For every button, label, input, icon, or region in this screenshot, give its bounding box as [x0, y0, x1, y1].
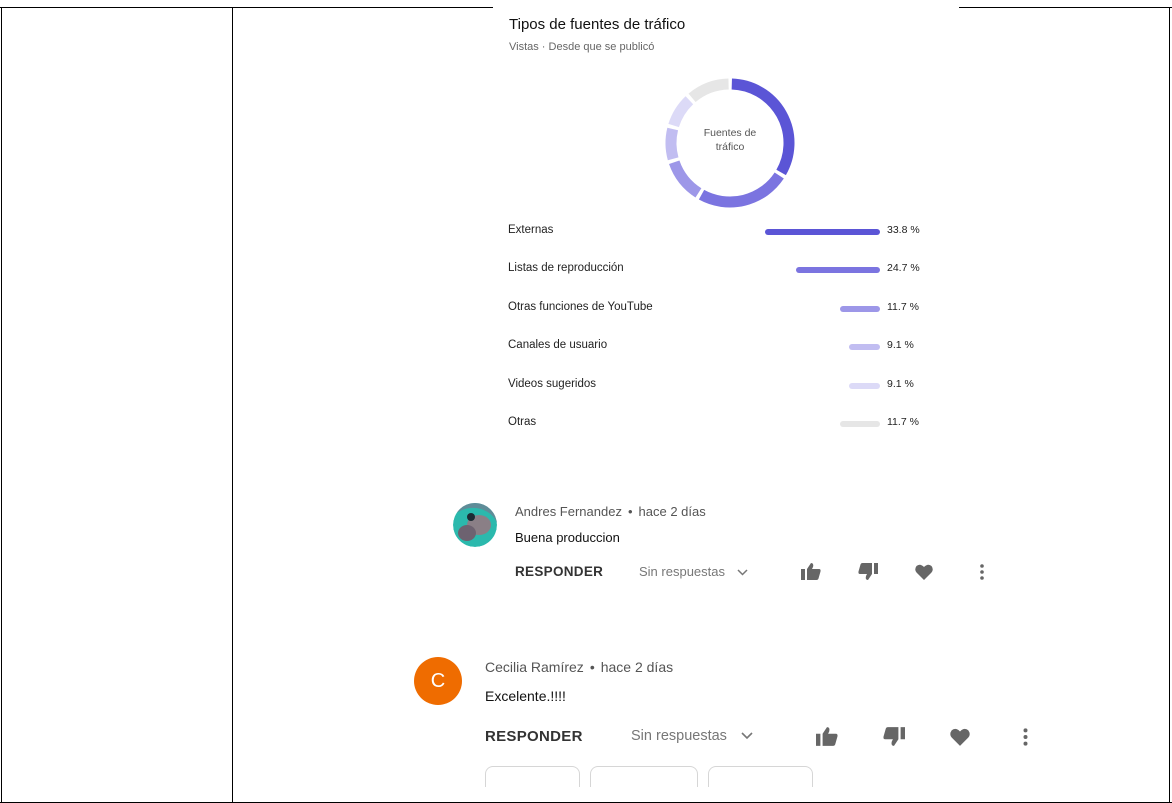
- comment-author-line: Andres Fernandez • hace 2 días: [515, 504, 706, 519]
- separator-dot: •: [589, 659, 595, 675]
- avatar[interactable]: C: [414, 657, 462, 705]
- donut-segment[interactable]: [665, 127, 679, 161]
- replies-label: Sin respuestas: [631, 728, 727, 744]
- source-percent: 11.7 %: [887, 416, 919, 428]
- source-label: Listas de reproducción: [508, 262, 624, 274]
- source-label: Otras: [508, 416, 537, 428]
- filter-chip[interactable]: [708, 766, 813, 787]
- frame-right-border: [1169, 7, 1170, 803]
- avatar[interactable]: [453, 503, 497, 547]
- source-row-canales[interactable]: Canales de usuario 9.1 %: [492, 337, 959, 357]
- source-bar: [840, 421, 880, 427]
- source-bar: [795, 267, 880, 273]
- donut-center-line1: Fuentes de: [703, 127, 757, 139]
- heart-icon[interactable]: [950, 728, 970, 746]
- donut-segment[interactable]: [698, 172, 784, 208]
- comment-text: Excelente.!!!!: [485, 688, 566, 704]
- thumb-up-icon[interactable]: [801, 563, 821, 580]
- source-bar: [849, 383, 880, 389]
- donut-segment[interactable]: [668, 96, 694, 128]
- comment-time[interactable]: hace 2 días: [601, 659, 673, 675]
- card-subtitle: Vistas · Desde que se publicó: [509, 41, 655, 53]
- source-row-otras-funciones[interactable]: Otras funciones de YouTube 11.7 %: [492, 299, 959, 319]
- more-vert-icon[interactable]: [979, 563, 985, 581]
- source-percent: 24.7 %: [887, 262, 920, 274]
- replies-dropdown[interactable]: Sin respuestas: [639, 564, 748, 579]
- source-label: Otras funciones de YouTube: [508, 301, 653, 313]
- filter-chip[interactable]: [485, 766, 580, 787]
- frame-left-border: [1, 7, 2, 803]
- source-row-otras[interactable]: Otras 11.7 %: [492, 414, 959, 434]
- source-row-videos-sugeridos[interactable]: Videos sugeridos 9.1 %: [492, 376, 959, 396]
- comment-author[interactable]: Andres Fernandez: [515, 504, 622, 519]
- frame-column-divider: [232, 7, 233, 803]
- comment-author-line: Cecilia Ramírez • hace 2 días: [485, 659, 673, 675]
- avatar-letter: C: [430, 670, 446, 692]
- card-title: Tipos de fuentes de tráfico: [509, 16, 686, 33]
- reply-button[interactable]: RESPONDER: [485, 728, 583, 745]
- chevron-down-icon: [737, 569, 748, 576]
- comment-author[interactable]: Cecilia Ramírez: [485, 659, 584, 675]
- source-row-externas[interactable]: Externas 33.8 %: [492, 222, 959, 242]
- donut-segment[interactable]: [688, 78, 729, 103]
- source-label: Externas: [508, 224, 554, 236]
- source-percent: 33.8 %: [887, 224, 920, 236]
- donut-center-line2: tráfico: [715, 141, 745, 153]
- more-vert-icon[interactable]: [1022, 727, 1029, 747]
- source-percent: 9.1 %: [887, 378, 914, 390]
- source-bar: [849, 344, 880, 350]
- thumb-down-icon[interactable]: [883, 727, 905, 746]
- thumb-up-icon[interactable]: [816, 727, 838, 746]
- source-row-listas[interactable]: Listas de reproducción 24.7 %: [492, 260, 959, 280]
- source-bar: [840, 306, 880, 312]
- donut-center-label: Fuentes de tráfico: [690, 126, 770, 154]
- thumb-down-icon[interactable]: [858, 563, 878, 580]
- traffic-sources-card: Tipos de fuentes de tráfico Vistas · Des…: [492, 8, 959, 448]
- separator-dot: •: [627, 504, 633, 519]
- donut-segment[interactable]: [669, 160, 702, 198]
- source-label: Canales de usuario: [508, 339, 608, 351]
- heart-icon[interactable]: [915, 564, 933, 580]
- filter-chip[interactable]: [590, 766, 698, 787]
- comment-time[interactable]: hace 2 días: [639, 504, 706, 519]
- source-percent: 11.7 %: [887, 301, 919, 313]
- comment-text: Buena produccion: [515, 530, 620, 545]
- replies-label: Sin respuestas: [639, 564, 725, 579]
- source-label: Videos sugeridos: [508, 378, 597, 390]
- source-bar: [765, 229, 880, 235]
- source-percent: 9.1 %: [887, 339, 914, 351]
- chevron-down-icon: [741, 732, 753, 740]
- reply-button[interactable]: RESPONDER: [515, 564, 603, 579]
- replies-dropdown[interactable]: Sin respuestas: [631, 728, 753, 744]
